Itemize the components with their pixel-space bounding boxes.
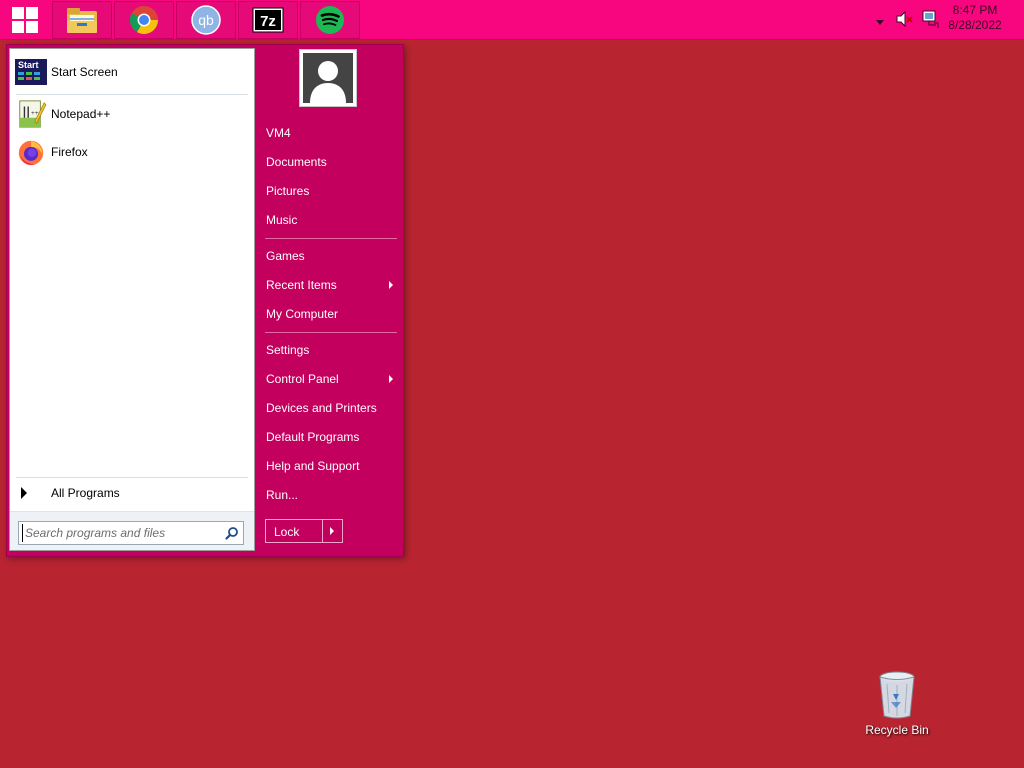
taskbar-7zip[interactable]: 7z [238, 1, 298, 39]
triangle-right-icon [21, 487, 27, 499]
divider [16, 94, 248, 95]
lock-button[interactable]: Lock [265, 519, 343, 543]
menu-item-recent-items[interactable]: Recent Items [263, 272, 399, 298]
user-avatar[interactable] [300, 50, 356, 106]
svg-text:7z: 7z [260, 13, 276, 30]
menu-item-label: Run... [266, 488, 299, 502]
user-avatar-icon [303, 53, 353, 103]
show-hidden-icons-button[interactable] [876, 15, 884, 29]
all-programs-button[interactable]: All Programs [10, 481, 254, 505]
clock-time: 8:47 PM [952, 3, 998, 17]
menu-item-music[interactable]: Music [263, 207, 399, 233]
program-start-screen[interactable]: Start Start Screen [10, 54, 254, 90]
program-firefox[interactable]: Firefox [10, 134, 254, 170]
menu-item-pictures[interactable]: Pictures [263, 178, 399, 204]
menu-item-label: Control Panel [266, 372, 339, 386]
program-label: Start Screen [51, 65, 118, 79]
menu-item-run[interactable]: Run... [263, 482, 399, 508]
svg-text:Start: Start [18, 60, 39, 70]
taskbar-qbittorrent[interactable]: qb [176, 1, 236, 39]
menu-item-documents[interactable]: Documents [263, 149, 399, 175]
clock-date: 8/28/2022 [948, 18, 1002, 32]
menu-item-label: Settings [266, 343, 310, 357]
desktop-icon-label: Recycle Bin [865, 723, 929, 737]
notepadpp-icon: ++ [19, 100, 47, 128]
menu-item-label: Default Programs [266, 430, 360, 444]
volume-button[interactable] [896, 10, 914, 31]
start-menu-programs-pane: Start Start Screen ++ Notepad++ Firefox … [9, 48, 255, 551]
menu-item-label: VM4 [266, 126, 291, 140]
volume-muted-icon [896, 10, 913, 28]
menu-item-label: Pictures [266, 184, 310, 198]
file-explorer-icon [67, 8, 97, 33]
all-programs-label: All Programs [51, 486, 120, 500]
program-label: Firefox [51, 145, 88, 159]
divider [16, 477, 248, 478]
menu-item-help-and-support[interactable]: Help and Support [263, 453, 399, 479]
submenu-arrow-icon [389, 375, 393, 383]
start-screen-icon: Start [15, 59, 47, 85]
taskbar-chrome[interactable] [114, 1, 174, 39]
menu-item-label: Devices and Printers [266, 401, 377, 415]
taskbar-file-explorer[interactable] [52, 1, 112, 39]
menu-item-label: Recent Items [266, 278, 337, 292]
search-input[interactable] [22, 524, 218, 542]
divider [265, 238, 397, 239]
recycle-bin-icon [879, 671, 915, 719]
qbittorrent-icon: qb [191, 5, 221, 35]
search-area [10, 511, 254, 550]
spotify-icon [316, 6, 344, 34]
menu-item-label: My Computer [266, 307, 339, 321]
program-notepadpp[interactable]: ++ Notepad++ [10, 96, 254, 132]
menu-item-label: Help and Support [266, 459, 360, 473]
divider [265, 332, 397, 333]
start-menu-places-pane: VM4 Documents Pictures Music Games Recen… [259, 45, 403, 556]
search-icon[interactable] [225, 526, 239, 540]
menu-item-devices-and-printers[interactable]: Devices and Printers [263, 395, 399, 421]
submenu-arrow-icon [389, 281, 393, 289]
search-box[interactable] [18, 521, 244, 545]
chevron-down-icon [876, 20, 884, 25]
taskbar-spotify[interactable] [300, 1, 360, 39]
svg-text:qb: qb [198, 12, 214, 28]
clock[interactable]: 8:47 PM 8/28/2022 [930, 0, 1020, 40]
menu-item-label: Games [266, 249, 305, 263]
taskbar: qb 7z 8:47 PM 8/28/2022 [0, 0, 1024, 40]
menu-item-label: Documents [266, 155, 327, 169]
menu-item-my-computer[interactable]: My Computer [263, 301, 399, 327]
program-label: Notepad++ [51, 107, 111, 121]
menu-item-control-panel[interactable]: Control Panel [263, 366, 399, 392]
menu-item-label: Music [266, 213, 298, 227]
start-button[interactable] [0, 0, 50, 40]
firefox-icon [18, 140, 44, 166]
desktop-icon-recycle-bin[interactable]: Recycle Bin [858, 668, 936, 742]
7zip-icon: 7z [252, 7, 284, 33]
chrome-icon [130, 6, 158, 34]
power-options-button[interactable] [322, 520, 342, 542]
menu-item-games[interactable]: Games [263, 243, 399, 269]
menu-item-default-programs[interactable]: Default Programs [263, 424, 399, 450]
windows-logo-icon [12, 7, 38, 33]
menu-item-vm4[interactable]: VM4 [263, 120, 399, 146]
chevron-right-icon [330, 527, 334, 535]
start-menu: Start Start Screen ++ Notepad++ Firefox … [6, 44, 404, 557]
lock-label: Lock [274, 525, 300, 539]
menu-item-settings[interactable]: Settings [263, 337, 399, 363]
